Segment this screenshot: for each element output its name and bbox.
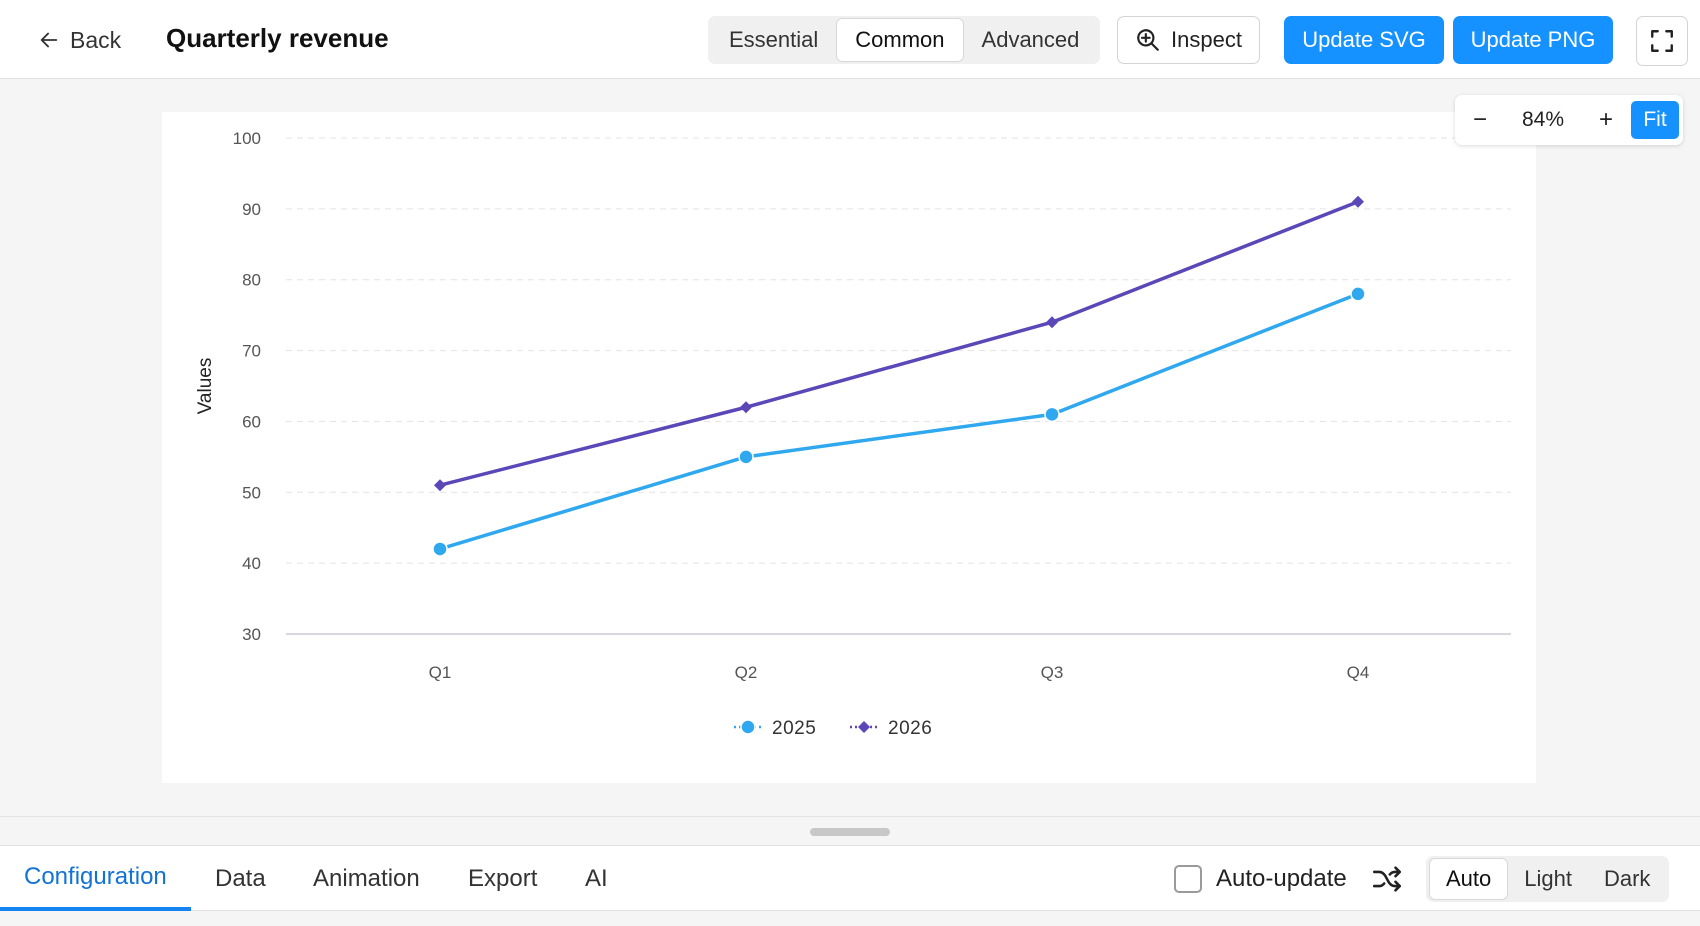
- series-line-2026: [439, 200, 1359, 487]
- theme-dark-option[interactable]: Dark: [1588, 858, 1666, 900]
- x-tick-label: Q3: [1041, 663, 1064, 682]
- inspect-label: Inspect: [1171, 27, 1242, 52]
- tab-export[interactable]: Export: [468, 846, 537, 911]
- legend-marker: [858, 721, 870, 733]
- theme-switch: Auto Light Dark: [1426, 856, 1670, 902]
- tab-data[interactable]: Data: [215, 846, 266, 911]
- x-tick-label: Q4: [1347, 663, 1370, 682]
- data-point-2026: [1046, 316, 1058, 329]
- zoom-in-icon: [1137, 29, 1159, 51]
- legend-marker: [740, 719, 756, 735]
- shuffle-icon[interactable]: [1370, 862, 1404, 896]
- y-tick-label: 60: [242, 412, 261, 431]
- tab-ai[interactable]: AI: [585, 846, 608, 911]
- detail-essential-option[interactable]: Essential: [711, 18, 836, 62]
- auto-update-label: Auto-update: [1216, 865, 1347, 892]
- theme-light-option[interactable]: Light: [1508, 858, 1588, 900]
- data-point-2026: [434, 479, 446, 492]
- legend-label: 2025: [772, 718, 816, 739]
- back-button[interactable]: Back: [38, 24, 121, 56]
- y-tick-label: 70: [242, 342, 261, 361]
- top-toolbar: Back Quarterly revenue Essential Common …: [0, 0, 1700, 79]
- data-point-2025: [1350, 286, 1366, 302]
- data-point-2025: [738, 449, 754, 465]
- data-point-2026: [740, 401, 752, 414]
- fit-button[interactable]: Fit: [1631, 101, 1679, 139]
- legend-label: 2026: [888, 718, 932, 739]
- x-tick-label: Q1: [429, 663, 452, 682]
- update-svg-button[interactable]: Update SVG: [1284, 16, 1444, 64]
- zoom-control: − 84% + Fit: [1455, 95, 1683, 145]
- data-point-2026: [1352, 195, 1364, 208]
- detail-level-switch: Essential Common Advanced: [708, 16, 1101, 64]
- zoom-level: 84%: [1521, 108, 1565, 131]
- y-tick-label: 100: [233, 129, 261, 148]
- panel-body: [0, 911, 1700, 926]
- y-axis-label: Values: [195, 358, 216, 415]
- detail-common-option[interactable]: Common: [836, 18, 964, 62]
- panel-divider: [0, 816, 1700, 817]
- y-tick-label: 80: [242, 271, 261, 290]
- auto-update-toggle: Auto-update: [1174, 863, 1347, 895]
- line-chart: 30 40 50 60 70 80 90 100 Q1 Q2 Q3 Q4 Values 2025 2026: [195, 129, 1511, 739]
- back-label: Back: [70, 26, 122, 53]
- detail-advanced-option[interactable]: Advanced: [964, 18, 1098, 62]
- y-tick-label: 50: [242, 483, 261, 502]
- auto-update-checkbox[interactable]: [1174, 865, 1202, 893]
- data-point-2025: [1044, 406, 1060, 423]
- update-png-button[interactable]: Update PNG: [1453, 16, 1613, 64]
- zoom-out-button[interactable]: −: [1455, 99, 1505, 141]
- y-tick-label: 90: [242, 200, 261, 219]
- editor-tab-bar: Configuration Data Animation Export AI A…: [0, 845, 1700, 911]
- fullscreen-icon: [1651, 30, 1673, 52]
- fullscreen-button[interactable]: [1636, 16, 1688, 66]
- page-title: Quarterly revenue: [166, 23, 389, 53]
- tab-configuration[interactable]: Configuration: [0, 846, 191, 911]
- x-tick-label: Q2: [735, 663, 758, 682]
- tab-animation[interactable]: Animation: [313, 846, 420, 911]
- zoom-in-button[interactable]: +: [1581, 99, 1631, 141]
- y-tick-label: 30: [242, 625, 261, 644]
- y-tick-label: 40: [242, 554, 261, 573]
- inspect-button[interactable]: Inspect: [1117, 16, 1260, 64]
- resize-handle[interactable]: [810, 828, 890, 836]
- chart-preview: 30 40 50 60 70 80 90 100 Q1 Q2 Q3 Q4 Values 2025 2026: [162, 112, 1536, 783]
- arrow-left-icon: [40, 32, 58, 48]
- theme-auto-option[interactable]: Auto: [1429, 858, 1509, 900]
- data-point-2025: [432, 541, 448, 557]
